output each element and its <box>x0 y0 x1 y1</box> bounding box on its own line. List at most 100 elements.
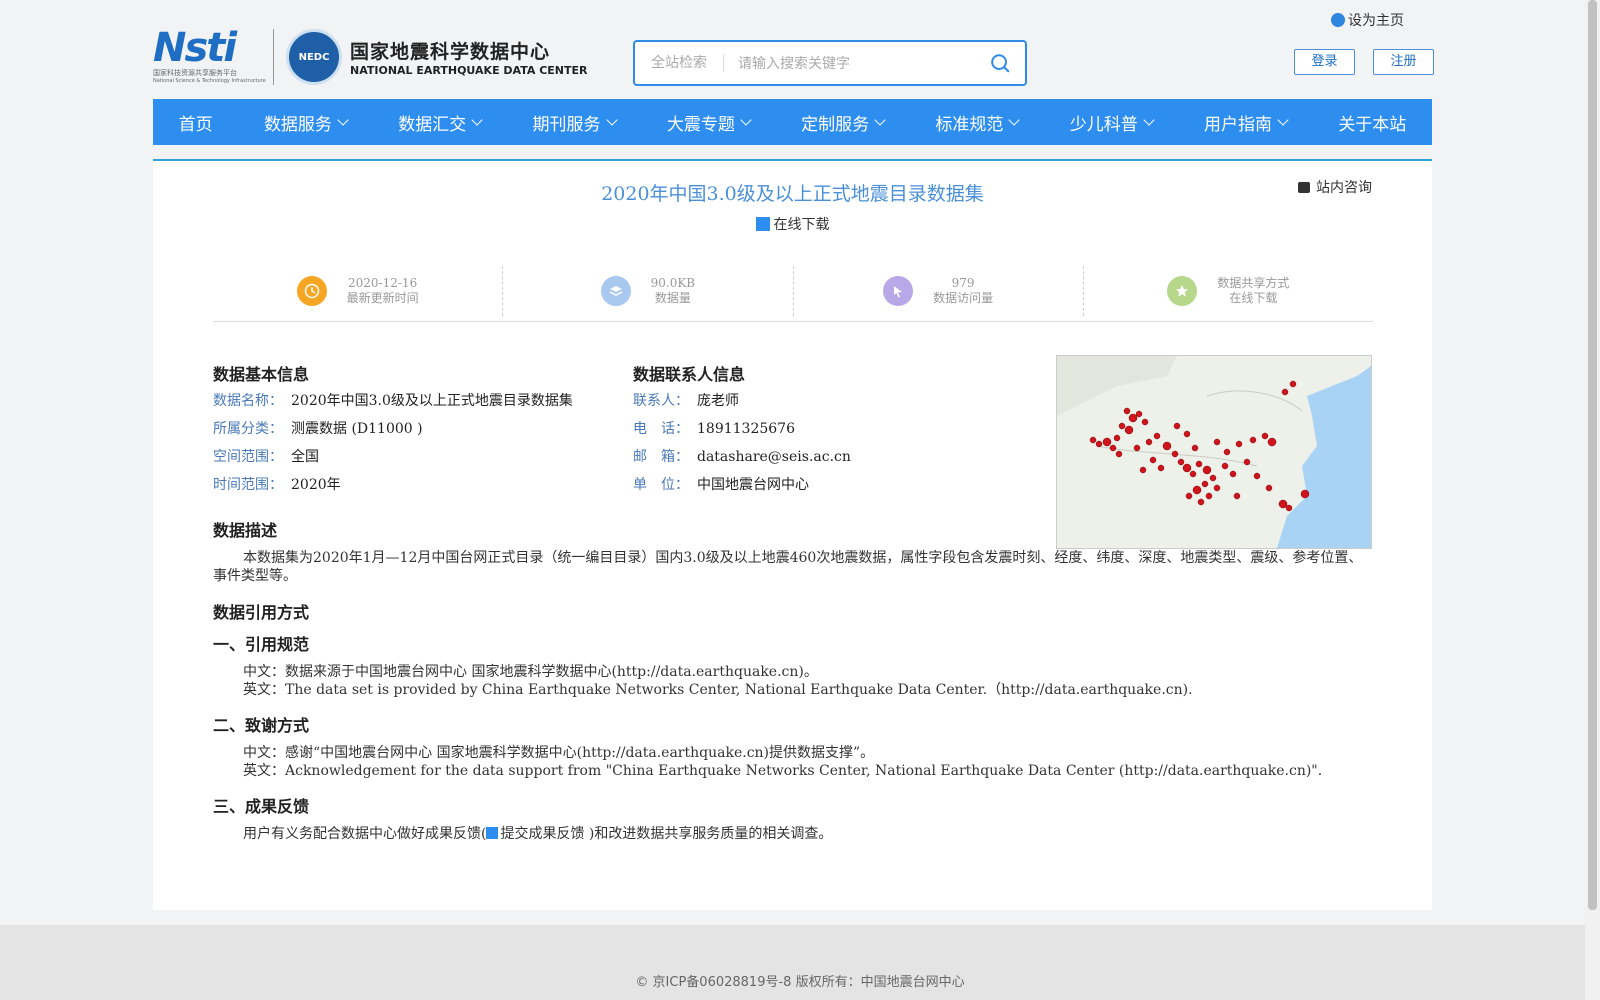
stat-value: 数据共享方式 <box>1217 276 1290 290</box>
citation-heading: 数据引用方式 <box>213 603 310 622</box>
logo-divider <box>273 29 274 85</box>
dataset-detail-card: 2020年中国3.0级及以上正式地震目录数据集 站内咨询 在线下载 2020-1… <box>153 159 1432 910</box>
info-value: 2020年中国3.0级及以上正式地震目录数据集 <box>291 393 573 409</box>
info-key: 所属分类： <box>213 421 283 437</box>
contact-row-email: 邮 箱： datashare@seis.ac.cn <box>633 443 851 471</box>
download-icon <box>755 217 770 231</box>
stat-label: 最新更新时间 <box>346 291 419 305</box>
dataset-stats: 2020-12-16 最新更新时间 90.0KB 数据量 979 数据访问量 数据共享… <box>213 266 1373 316</box>
chevron-down-icon <box>874 114 886 126</box>
footer-copyright: © 京ICP备06028819号-8 版权所有：中国地震台网中心 <box>635 975 965 990</box>
stat-update-time: 2020-12-16 最新更新时间 <box>213 266 504 316</box>
info-value: 18911325676 <box>697 421 795 437</box>
info-key: 时间范围： <box>213 477 283 493</box>
message-icon <box>1298 181 1310 193</box>
nav-item-data-services[interactable]: 数据服务 <box>263 110 349 135</box>
nav-label: 用户指南 <box>1204 114 1273 135</box>
info-key: 空间范围： <box>213 449 283 465</box>
search-box: 全站检索 <box>633 40 1027 86</box>
layers-icon <box>600 276 631 306</box>
nav-item-user-guide[interactable]: 用户指南 <box>1204 110 1289 135</box>
center-name: 国家地震科学数据中心 NATIONAL EARTHQUAKE DATA CENT… <box>350 37 587 77</box>
info-value: 庞老师 <box>697 393 739 409</box>
stat-label: 数据访问量 <box>933 291 994 305</box>
info-key: 单 位： <box>633 477 689 493</box>
contact-row-unit: 单 位： 中国地震台网中心 <box>633 471 851 499</box>
stat-label: 数据量 <box>654 291 691 305</box>
feedback-text: 用户有义务配合数据中心做好成果反馈( 提交成果反馈 )和改进数据共享服务质量的相关… <box>243 825 832 843</box>
nav-item-kids-science[interactable]: 少儿科普 <box>1070 110 1155 135</box>
nav-label: 数据服务 <box>263 114 332 135</box>
info-row-category: 所属分类： 测震数据 (D11000 ) <box>213 415 573 443</box>
search-input[interactable] <box>724 55 1005 73</box>
ack-en: 英文：Acknowledgement for the data support … <box>243 763 1323 779</box>
stat-value: 2020-12-16 <box>348 276 418 290</box>
nsti-caption: 国家科技资源共享服务平台 <box>153 69 237 77</box>
chevron-down-icon <box>605 114 618 126</box>
info-value: 测震数据 (D11000 ) <box>291 421 423 437</box>
earthquake-map-thumbnail[interactable] <box>1056 355 1372 549</box>
stat-value: 979 <box>951 276 975 290</box>
register-button[interactable]: 注册 <box>1373 49 1434 75</box>
chevron-down-icon <box>337 114 349 126</box>
login-button[interactable]: 登录 <box>1294 49 1355 75</box>
search-icon[interactable] <box>989 52 1011 74</box>
consult-link[interactable]: 站内咨询 <box>1298 177 1372 197</box>
stat-data-size: 90.0KB 数据量 <box>503 266 794 316</box>
nav-label: 首页 <box>178 114 213 135</box>
info-value: datashare@seis.ac.cn <box>697 449 851 465</box>
seal-text: NEDC <box>298 51 330 63</box>
citation-spec-cn: 中文：数据来源于中国地震台网中心 国家地震科学数据中心(http://data.… <box>243 664 818 680</box>
nav-label: 关于本站 <box>1338 114 1407 135</box>
nav-item-data-submission[interactable]: 数据汇交 <box>398 110 483 135</box>
basic-info-heading: 数据基本信息 <box>213 365 310 384</box>
set-homepage-link[interactable]: 设为主页 <box>1331 10 1404 30</box>
nav-label: 定制服务 <box>801 114 870 135</box>
info-key: 数据名称： <box>213 393 283 409</box>
info-row-spatial: 空间范围： 全国 <box>213 443 573 471</box>
center-name-en: NATIONAL EARTHQUAKE DATA CENTER <box>350 64 588 77</box>
nav-item-home[interactable]: 首页 <box>179 110 213 135</box>
info-row-temporal: 时间范围： 2020年 <box>213 471 573 499</box>
nav-item-journal-services[interactable]: 期刊服务 <box>532 110 618 135</box>
nav-item-about[interactable]: 关于本站 <box>1338 110 1406 135</box>
stat-value: 90.0KB <box>650 276 696 290</box>
chevron-down-icon <box>1008 114 1021 126</box>
info-key: 联系人： <box>633 393 689 409</box>
description-text: 本数据集为2020年1月—12月中国台网正式目录（统一编目目录）国内3.0级及以… <box>213 550 1363 584</box>
chevron-down-icon <box>471 114 483 126</box>
scrollbar-thumb[interactable] <box>1588 0 1597 910</box>
online-download-link[interactable]: 在线下载 <box>153 214 1432 234</box>
nav-item-standards[interactable]: 标准规范 <box>935 110 1021 135</box>
submit-feedback-link[interactable]: 提交成果反馈 <box>486 826 584 842</box>
clock-icon <box>296 276 327 306</box>
footer: © 京ICP备06028819号-8 版权所有：中国地震台网中心 <box>0 925 1600 1000</box>
feedback-heading: 三、成果反馈 <box>213 797 310 816</box>
site-logo[interactable]: Nsti 国家科技资源共享服务平台 National Science & Tec… <box>153 28 587 86</box>
divider <box>213 321 1373 322</box>
nsti-caption-en: National Science & Technology Infrastruc… <box>153 78 266 84</box>
nav-item-custom-services[interactable]: 定制服务 <box>801 110 886 135</box>
nav-item-major-quakes[interactable]: 大震专题 <box>667 110 752 135</box>
stat-label: 在线下载 <box>1229 291 1278 305</box>
feedback-pre: 用户有义务配合数据中心做好成果反馈( <box>243 826 487 842</box>
main-nav: 首页 数据服务 数据汇交 期刊服务 大震专题 定制服务 标准规范 少儿科普 用户… <box>153 99 1432 145</box>
nav-label: 数据汇交 <box>398 114 467 135</box>
star-icon <box>1167 276 1198 306</box>
submit-feedback-label: 提交成果反馈 <box>500 826 585 842</box>
page-scrollbar[interactable] <box>1585 0 1600 1000</box>
download-label: 在线下载 <box>773 217 830 233</box>
nav-label: 标准规范 <box>935 114 1004 135</box>
nav-label: 期刊服务 <box>532 114 601 135</box>
home-icon <box>1331 13 1345 27</box>
contact-info-list: 联系人： 庞老师 电 话： 18911325676 邮 箱： datashare@se… <box>633 387 851 499</box>
ack-cn: 中文：感谢“中国地震台网中心 国家地震科学数据中心(http://data.ea… <box>243 745 875 761</box>
consult-label: 站内咨询 <box>1316 180 1372 196</box>
search-scope[interactable]: 全站检索 <box>635 54 724 72</box>
description-heading: 数据描述 <box>213 521 278 540</box>
cursor-icon <box>883 276 914 306</box>
feedback-post: )和改进数据共享服务质量的相关调查。 <box>584 826 833 842</box>
info-value: 全国 <box>291 449 319 465</box>
nsti-logo: Nsti 国家科技资源共享服务平台 National Science & Tec… <box>153 28 266 86</box>
info-key: 电 话： <box>633 421 689 437</box>
